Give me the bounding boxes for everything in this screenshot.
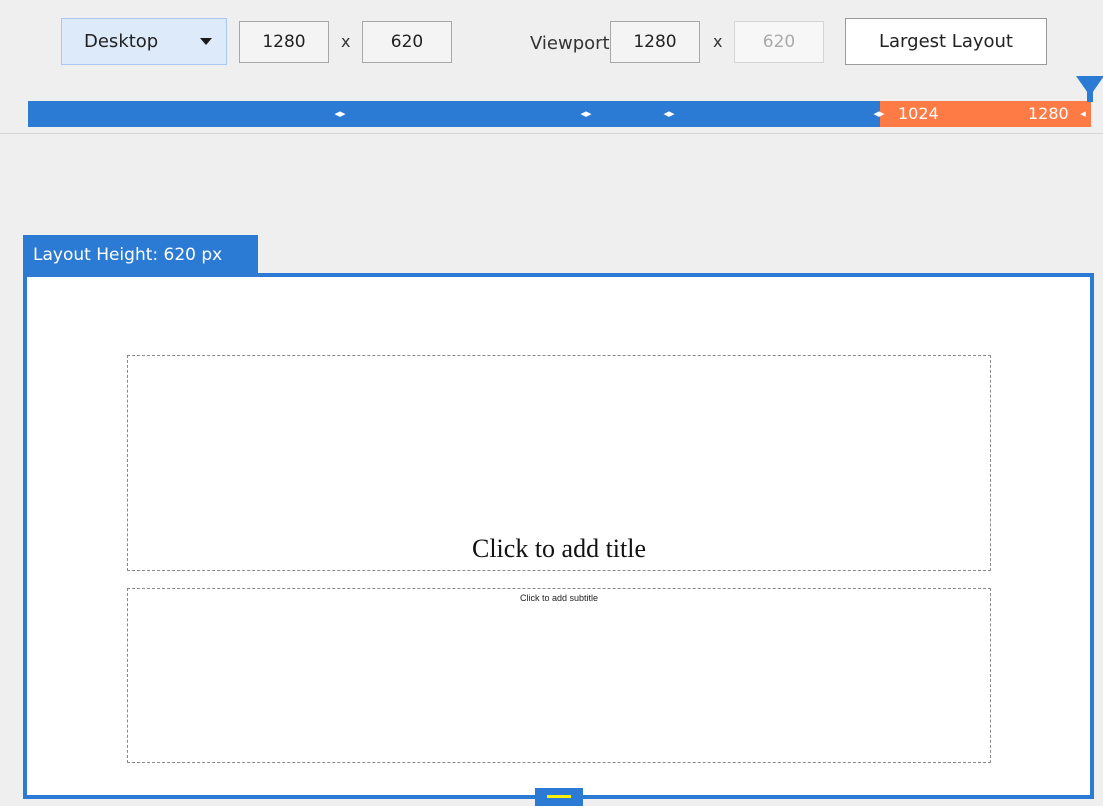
breakpoint-end-label: 1280: [1028, 104, 1069, 123]
breakpoint-marker-icon[interactable]: ◂▸: [661, 106, 677, 122]
breakpoint-marker-icon[interactable]: ◂▸: [578, 106, 594, 122]
viewport-height-input: 620: [734, 21, 824, 63]
times-sign: x: [341, 32, 351, 51]
largest-layout-button[interactable]: Largest Layout: [845, 18, 1047, 65]
title-placeholder[interactable]: Click to add title: [127, 355, 991, 571]
layout-height-label: Layout Height: 620 px: [33, 244, 223, 265]
viewport-width-input[interactable]: 1280: [610, 21, 700, 63]
breakpoint-marker-icon[interactable]: ◂▸: [871, 106, 887, 122]
layout-resize-grip[interactable]: [535, 788, 583, 806]
grip-line: [547, 795, 571, 798]
device-dropdown[interactable]: Desktop: [61, 18, 227, 65]
layout-height-input[interactable]: 620: [362, 21, 452, 63]
breakpoint-start-label: 1024: [898, 104, 939, 123]
toolbar-divider: [0, 133, 1103, 134]
breakpoint-marker-icon[interactable]: ◂▸: [332, 106, 348, 122]
layout-height-tab[interactable]: Layout Height: 620 px: [23, 235, 258, 274]
breakpoint-marker-icon[interactable]: ◂: [1075, 106, 1091, 122]
subtitle-placeholder-text: Click to add subtitle: [519, 593, 599, 603]
times-sign: x: [713, 32, 723, 51]
viewport-label: Viewport: [530, 33, 610, 54]
device-dropdown-label: Desktop: [84, 31, 159, 52]
subtitle-placeholder[interactable]: Click to add subtitle: [127, 588, 991, 763]
viewport-handle-stem: [1087, 92, 1093, 102]
layout-width-input[interactable]: 1280: [239, 21, 329, 63]
chevron-down-icon: [200, 38, 212, 45]
title-placeholder-text: Click to add title: [471, 534, 647, 563]
